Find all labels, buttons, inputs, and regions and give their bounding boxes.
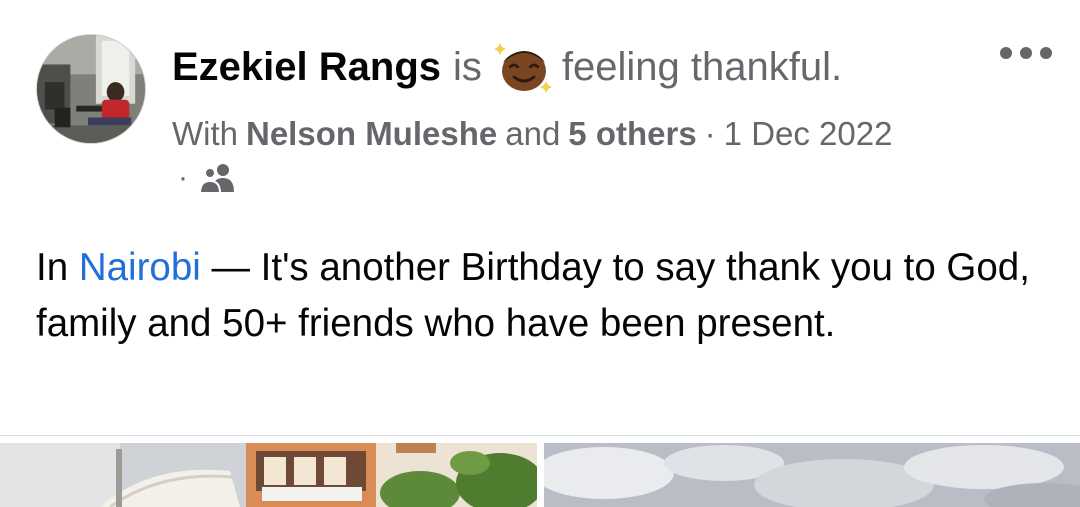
audience-line: ·: [178, 160, 238, 196]
audience-separator: ·: [178, 161, 188, 194]
more-options-icon[interactable]: [1000, 40, 1052, 66]
star-struck-face-emoji-icon: [492, 41, 556, 97]
post-date[interactable]: 1 Dec 2022: [724, 115, 893, 153]
tagged-person-link[interactable]: Nelson Muleshe: [246, 115, 497, 153]
post-photo-1[interactable]: [0, 443, 537, 507]
post-header: Ezekiel Rangs is feeling thankful.: [172, 42, 843, 93]
post-text: In Nairobi — It's another Birthday to sa…: [36, 240, 1046, 352]
author-name[interactable]: Ezekiel Rangs: [172, 45, 441, 90]
post-meta: With Nelson Muleshe and 5 others · 1 Dec…: [172, 112, 892, 156]
avatar[interactable]: [36, 34, 146, 144]
photo-divider: [0, 435, 1080, 436]
profile-photo: [37, 35, 145, 143]
is-word: is: [453, 44, 482, 89]
friends-icon[interactable]: [198, 162, 238, 194]
with-prefix: With: [172, 115, 238, 152]
location-link[interactable]: Nairobi: [79, 246, 201, 289]
text-prefix: In: [36, 246, 69, 289]
post-photo-2[interactable]: [544, 443, 1080, 507]
meta-separator: ·: [704, 115, 716, 152]
and-word: and: [505, 115, 561, 152]
feeling-text: feeling thankful.: [561, 44, 843, 89]
others-link[interactable]: 5 others: [568, 115, 696, 153]
